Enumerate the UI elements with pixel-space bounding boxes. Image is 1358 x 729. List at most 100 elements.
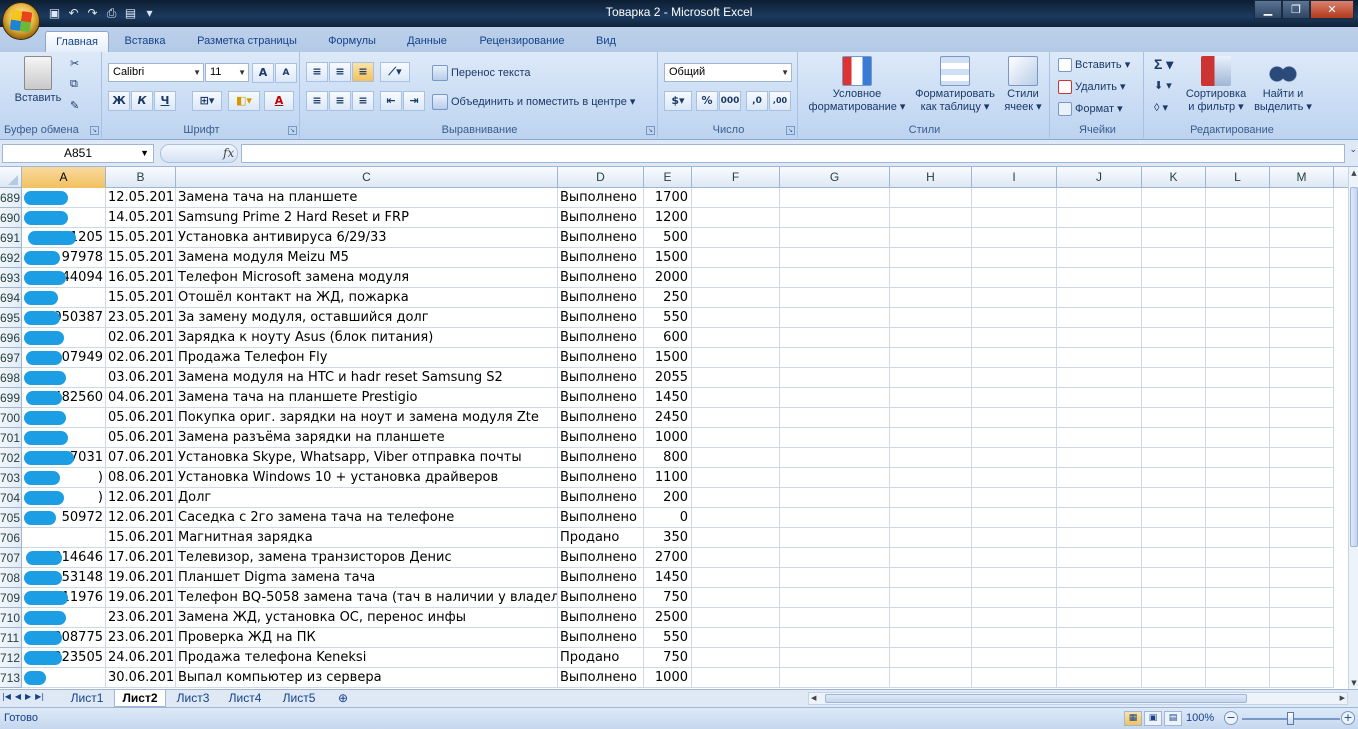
cell-k[interactable]	[1142, 368, 1206, 388]
cell-d[interactable]: Выполнено	[558, 628, 644, 648]
cell-k[interactable]	[1142, 588, 1206, 608]
cell-j[interactable]	[1057, 588, 1142, 608]
row-header[interactable]: 691	[0, 228, 22, 248]
cell-f[interactable]	[692, 448, 780, 468]
insert-cells-button[interactable]: Вставить ▾	[1058, 58, 1130, 73]
cell-b[interactable]: 24.06.2018	[106, 648, 176, 668]
cell-b[interactable]: 02.06.2018	[106, 328, 176, 348]
paste-button[interactable]: Вставить	[6, 56, 70, 105]
cell-d[interactable]: Выполнено	[558, 208, 644, 228]
tab-insert[interactable]: Вставка	[113, 31, 177, 52]
cell-j[interactable]	[1057, 628, 1142, 648]
cell-d[interactable]: Продано	[558, 648, 644, 668]
cell-i[interactable]	[972, 248, 1057, 268]
cell-b[interactable]: 03.06.2018	[106, 368, 176, 388]
cell-c[interactable]: Телефон BQ-5058 замена тача (тач в налич…	[176, 588, 558, 608]
cell-f[interactable]	[692, 268, 780, 288]
tab-page-layout[interactable]: Разметка страницы	[184, 31, 310, 52]
cell-f[interactable]	[692, 368, 780, 388]
cell-i[interactable]	[972, 188, 1057, 208]
cell-f[interactable]	[692, 668, 780, 688]
column-header-g[interactable]: G	[780, 167, 890, 188]
cut-icon[interactable]: ✂	[70, 57, 79, 70]
cell-j[interactable]	[1057, 288, 1142, 308]
cell-i[interactable]	[972, 348, 1057, 368]
cell-d[interactable]: Выполнено	[558, 488, 644, 508]
cell-e[interactable]: 1000	[644, 428, 692, 448]
cell-l[interactable]	[1206, 648, 1270, 668]
row-header[interactable]: 708	[0, 568, 22, 588]
cell-d[interactable]: Выполнено	[558, 668, 644, 688]
cell-g[interactable]	[780, 408, 890, 428]
fill-color-icon[interactable]: ◧▾	[228, 91, 260, 111]
cell-c[interactable]: Замена модуля Meizu M5	[176, 248, 558, 268]
cell-e[interactable]: 750	[644, 648, 692, 668]
row-header[interactable]: 709	[0, 588, 22, 608]
cell-i[interactable]	[972, 568, 1057, 588]
cell-c[interactable]: Отошёл контакт на ЖД, пожарка	[176, 288, 558, 308]
font-name-select[interactable]: Calibri ▼	[108, 63, 204, 82]
cell-h[interactable]	[890, 668, 972, 688]
cell-i[interactable]	[972, 668, 1057, 688]
tab-home[interactable]: Главная	[45, 31, 109, 52]
decrease-decimal-button[interactable]: ,00	[769, 91, 791, 111]
cell-b[interactable]: 04.06.2018	[106, 388, 176, 408]
cell-h[interactable]	[890, 208, 972, 228]
cell-j[interactable]	[1057, 368, 1142, 388]
cell-e[interactable]: 800	[644, 448, 692, 468]
cell-c[interactable]: Магнитная зарядка	[176, 528, 558, 548]
cell-h[interactable]	[890, 228, 972, 248]
column-header-e[interactable]: E	[644, 167, 692, 188]
cell-b[interactable]: 12.06.2018	[106, 488, 176, 508]
cell-c[interactable]: Продажа телефона Keneksi	[176, 648, 558, 668]
cell-l[interactable]	[1206, 628, 1270, 648]
cell-i[interactable]	[972, 268, 1057, 288]
cell-i[interactable]	[972, 328, 1057, 348]
cell-h[interactable]	[890, 548, 972, 568]
row-header[interactable]: 692	[0, 248, 22, 268]
cell-d[interactable]: Выполнено	[558, 588, 644, 608]
cell-l[interactable]	[1206, 408, 1270, 428]
cell-f[interactable]	[692, 188, 780, 208]
cell-l[interactable]	[1206, 228, 1270, 248]
cell-d[interactable]: Выполнено	[558, 288, 644, 308]
row-header[interactable]: 712	[0, 648, 22, 668]
cell-m[interactable]	[1270, 348, 1334, 368]
cell-f[interactable]	[692, 608, 780, 628]
cell-l[interactable]	[1206, 348, 1270, 368]
cell-i[interactable]	[972, 368, 1057, 388]
cell-f[interactable]	[692, 468, 780, 488]
cell-l[interactable]	[1206, 388, 1270, 408]
cell-m[interactable]	[1270, 448, 1334, 468]
cell-d[interactable]: Выполнено	[558, 428, 644, 448]
cell-j[interactable]	[1057, 648, 1142, 668]
cell-b[interactable]: 05.06.2018	[106, 428, 176, 448]
cell-k[interactable]	[1142, 528, 1206, 548]
cell-g[interactable]	[780, 428, 890, 448]
align-middle-icon[interactable]: ≡	[329, 62, 351, 82]
row-header[interactable]: 693	[0, 268, 22, 288]
align-left-icon[interactable]: ≡	[306, 91, 328, 111]
cell-c[interactable]: Установка Skype, Whatsapp, Viber отправк…	[176, 448, 558, 468]
column-header-a[interactable]: A	[22, 167, 106, 188]
horizontal-scroll-thumb[interactable]	[825, 694, 1247, 703]
zoom-out-icon[interactable]: −	[1224, 711, 1238, 725]
cell-j[interactable]	[1057, 528, 1142, 548]
column-header-f[interactable]: F	[692, 167, 780, 188]
cell-styles-button[interactable]: Стили ячеек ▾	[1000, 56, 1046, 114]
wrap-text-button[interactable]: Перенос текста	[432, 65, 531, 81]
cell-k[interactable]	[1142, 448, 1206, 468]
row-header[interactable]: 706	[0, 528, 22, 548]
cell-e[interactable]: 1200	[644, 208, 692, 228]
cell-m[interactable]	[1270, 268, 1334, 288]
cell-h[interactable]	[890, 588, 972, 608]
format-painter-icon[interactable]: ✎	[70, 99, 79, 112]
sheet-tab-4[interactable]: Лист4	[220, 690, 270, 707]
cell-e[interactable]: 750	[644, 588, 692, 608]
cell-d[interactable]: Выполнено	[558, 408, 644, 428]
cell-b[interactable]: 30.06.2018	[106, 668, 176, 688]
font-launcher-icon[interactable]: ↘	[288, 126, 297, 135]
cell-c[interactable]: Samsung Prime 2 Hard Reset и FRP	[176, 208, 558, 228]
cell-h[interactable]	[890, 508, 972, 528]
cell-f[interactable]	[692, 288, 780, 308]
